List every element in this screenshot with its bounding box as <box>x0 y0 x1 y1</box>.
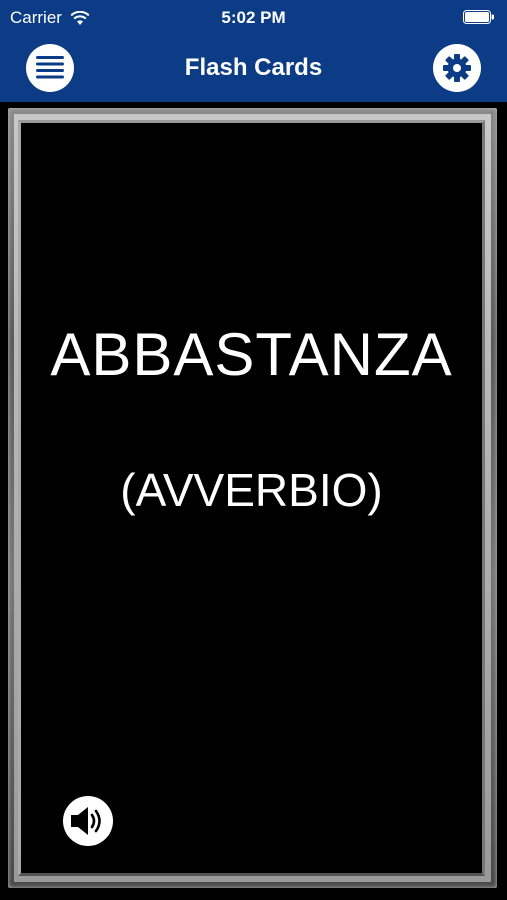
flash-card[interactable]: ABBASTANZA (AVVERBIO) <box>8 108 497 888</box>
battery-icon <box>463 10 494 24</box>
play-audio-button[interactable] <box>63 796 113 846</box>
card-word: ABBASTANZA <box>50 321 453 388</box>
status-time: 5:02 PM <box>221 8 286 27</box>
speaker-icon <box>71 807 101 835</box>
app-header: Carrier 5:02 PM Flash Cards <box>0 0 507 102</box>
card-face[interactable]: ABBASTANZA (AVVERBIO) <box>18 120 485 876</box>
card-part-of-speech: (AVVERBIO) <box>120 464 383 516</box>
settings-button[interactable] <box>433 44 481 92</box>
navigation-bar: Flash Cards <box>0 36 507 102</box>
status-bar: Carrier 5:02 PM <box>0 0 507 36</box>
page-title: Flash Cards <box>184 54 323 81</box>
gear-icon <box>443 54 471 82</box>
